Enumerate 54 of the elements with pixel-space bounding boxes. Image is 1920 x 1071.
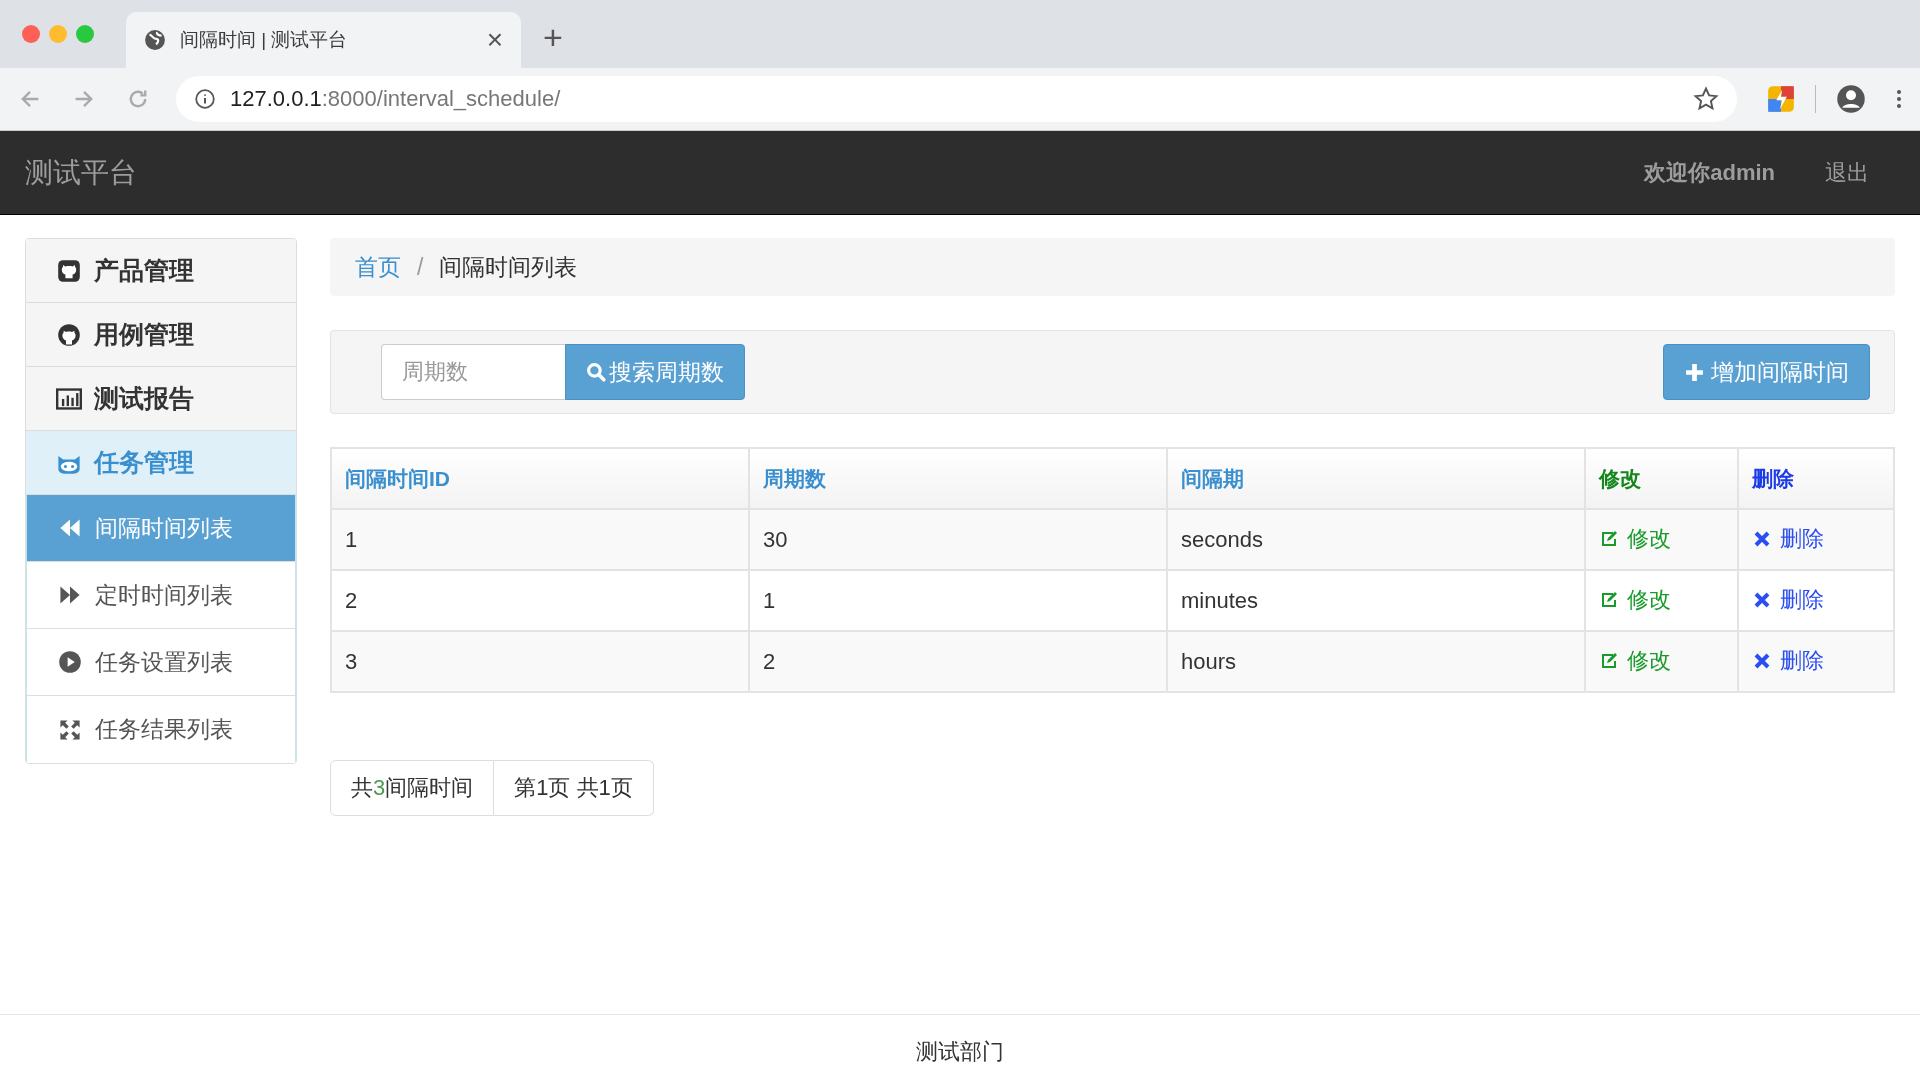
table-cell: 30 [749, 509, 1167, 570]
column-header: 删除 [1738, 448, 1894, 509]
breadcrumb-separator: / [417, 253, 424, 281]
table-cell: 2 [749, 631, 1167, 692]
edit-icon [1599, 529, 1619, 549]
logout-link[interactable]: 退出 [1825, 157, 1869, 188]
search-field[interactable]: 周期数 [381, 344, 565, 400]
plus-icon [1684, 361, 1705, 383]
address-bar[interactable]: 127.0.0.1:8000/interval_schedule/ [176, 76, 1737, 122]
menu-icon[interactable] [1896, 88, 1902, 110]
column-header: 间隔时间ID [331, 448, 749, 509]
edit-icon [1599, 651, 1619, 671]
table-cell: 1 [331, 509, 749, 570]
close-icon [1752, 651, 1772, 671]
tab-title: 间隔时间 | 测试平台 [180, 28, 349, 52]
breadcrumb-link[interactable]: 首页 [355, 251, 401, 283]
sidebar-item[interactable]: 任务设置列表 [26, 629, 296, 696]
close-tab-button[interactable]: × [486, 26, 503, 54]
globe-icon [144, 29, 166, 51]
bookmark-star-icon[interactable] [1693, 86, 1719, 112]
browser-tab[interactable]: 间隔时间 | 测试平台 × [126, 12, 521, 68]
table-cell: 3 [331, 631, 749, 692]
brand-title[interactable]: 测试平台 [25, 153, 1645, 192]
info-icon [194, 88, 216, 110]
column-header: 修改 [1585, 448, 1738, 509]
breadcrumb-current: 间隔时间列表 [439, 252, 578, 282]
close-icon [1752, 590, 1772, 610]
table-cell: seconds [1167, 509, 1585, 570]
window-controls-icon[interactable] [20, 23, 96, 45]
edit-icon [1599, 590, 1619, 610]
total-count-text: 共3间隔时间 [330, 760, 495, 816]
expand-icon [57, 717, 83, 742]
sidebar-item[interactable]: 产品管理 [26, 239, 296, 303]
close-icon [1752, 529, 1772, 549]
github-icon [56, 258, 82, 283]
sidebar-item[interactable]: 定时时间列表 [26, 562, 296, 629]
play-icon [57, 650, 83, 674]
search-icon [586, 361, 607, 383]
welcome-text: 欢迎你admin [1644, 158, 1775, 187]
github-icon [56, 322, 82, 347]
url-text: 127.0.0.1:8000/interval_schedule/ [230, 86, 562, 112]
new-tab-button[interactable]: + [543, 20, 563, 54]
bar-chart-icon [56, 386, 82, 411]
column-header: 周期数 [749, 448, 1167, 509]
sidebar-item[interactable]: 测试报告 [26, 367, 296, 431]
sidebar-item[interactable]: 任务结果列表 [26, 696, 296, 763]
sidebar-item[interactable]: 任务管理 [26, 431, 296, 495]
column-header: 间隔期 [1167, 448, 1585, 509]
page-indicator: 第1页 共1页 [494, 760, 654, 816]
table-cell: hours [1167, 631, 1585, 692]
sidebar-item[interactable]: 用例管理 [26, 303, 296, 367]
extension-icon[interactable] [1767, 85, 1795, 113]
footer-text: 测试部门 [916, 1038, 1004, 1066]
profile-icon[interactable] [1836, 84, 1866, 114]
